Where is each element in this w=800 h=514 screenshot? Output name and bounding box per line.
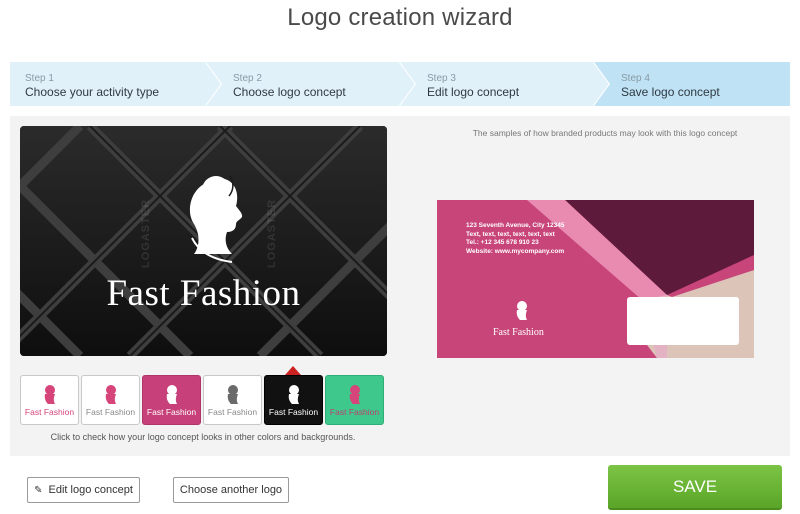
wizard-steps: Step 1 Choose your activity type Step 2 Ch… xyxy=(10,62,790,106)
step-label: Save logo concept xyxy=(621,85,720,99)
concept-panel: Fast Fashion LOGASTER LOGASTER Fast Fash… xyxy=(10,116,790,456)
swatch-2[interactable]: Fast Fashion xyxy=(81,375,140,425)
step-2[interactable]: Step 2 Choose logo concept xyxy=(206,62,416,106)
envelope-website: Website: www.mycompany.com xyxy=(466,247,565,255)
woman-silhouette-icon xyxy=(349,385,360,404)
woman-silhouette-icon xyxy=(227,385,238,404)
logo-preview: Fast Fashion LOGASTER LOGASTER xyxy=(20,126,387,356)
swatch-5-selected[interactable]: Fast Fashion xyxy=(264,375,323,425)
envelope-address-window xyxy=(627,297,739,345)
swatch-4[interactable]: Fast Fashion xyxy=(203,375,262,425)
save-button[interactable]: SAVE xyxy=(608,465,782,510)
envelope-brand-name: Fast Fashion xyxy=(493,327,544,338)
step-1[interactable]: Step 1 Choose your activity type xyxy=(10,62,222,106)
swatch-caption: Fast Fashion xyxy=(329,407,380,417)
woman-silhouette-icon xyxy=(516,301,527,320)
color-swatches: Fast Fashion Fast Fashion Fast Fashion F… xyxy=(20,375,386,425)
step-number: Step 2 xyxy=(233,73,262,84)
step-number: Step 1 xyxy=(25,73,54,84)
step-label: Choose logo concept xyxy=(233,85,346,99)
swatch-caption: Fast Fashion xyxy=(24,407,75,417)
step-label: Choose your activity type xyxy=(25,85,160,99)
watermark: LOGASTER xyxy=(266,198,278,268)
woman-silhouette-icon xyxy=(288,385,299,404)
step-4-active[interactable]: Step 4 Save logo concept xyxy=(594,62,790,106)
step-number: Step 3 xyxy=(427,73,456,84)
selected-indicator-icon xyxy=(285,366,301,375)
pencil-icon: ✎ xyxy=(34,484,43,496)
edit-logo-concept-button[interactable]: ✎ Edit logo concept xyxy=(27,477,140,503)
swatch-caption: Fast Fashion xyxy=(268,407,319,417)
samples-caption: The samples of how branded products may … xyxy=(472,128,738,138)
step-number: Step 4 xyxy=(621,73,650,84)
envelope-sample: 123 Seventh Avenue, City 12345 Text, tex… xyxy=(437,200,754,358)
preview-brand-name: Fast Fashion xyxy=(106,273,301,314)
swatch-hint: Click to check how your logo concept loo… xyxy=(50,432,356,442)
watermark: LOGASTER xyxy=(140,198,152,268)
swatch-caption: Fast Fashion xyxy=(146,407,197,417)
swatch-6[interactable]: Fast Fashion xyxy=(325,375,384,425)
preview-background xyxy=(20,126,387,356)
page-title: Logo creation wizard xyxy=(287,4,513,31)
swatch-caption: Fast Fashion xyxy=(207,407,258,417)
step-label: Edit logo concept xyxy=(427,85,520,99)
swatch-1[interactable]: Fast Fashion xyxy=(20,375,79,425)
choose-another-logo-button[interactable]: Choose another logo xyxy=(173,477,289,503)
envelope-tel: Tel.: +12 345 678 910 23 xyxy=(466,239,539,246)
woman-silhouette-icon xyxy=(105,385,116,404)
edit-button-label: Edit logo concept xyxy=(48,484,133,496)
envelope-contact-info: 123 Seventh Avenue, City 12345 Text, tex… xyxy=(466,222,565,256)
swatch-3[interactable]: Fast Fashion xyxy=(142,375,201,425)
logo-wizard-page: Logo creation wizard Step 1 Choose your a… xyxy=(0,0,800,514)
swatch-caption: Fast Fashion xyxy=(85,407,136,417)
envelope-address: 123 Seventh Avenue, City 12345 xyxy=(466,222,565,229)
step-3[interactable]: Step 3 Edit logo concept xyxy=(400,62,610,106)
woman-silhouette-icon xyxy=(44,385,55,404)
envelope-text: Text, text, text, text, text, text xyxy=(466,230,555,238)
woman-silhouette-icon xyxy=(166,385,177,404)
